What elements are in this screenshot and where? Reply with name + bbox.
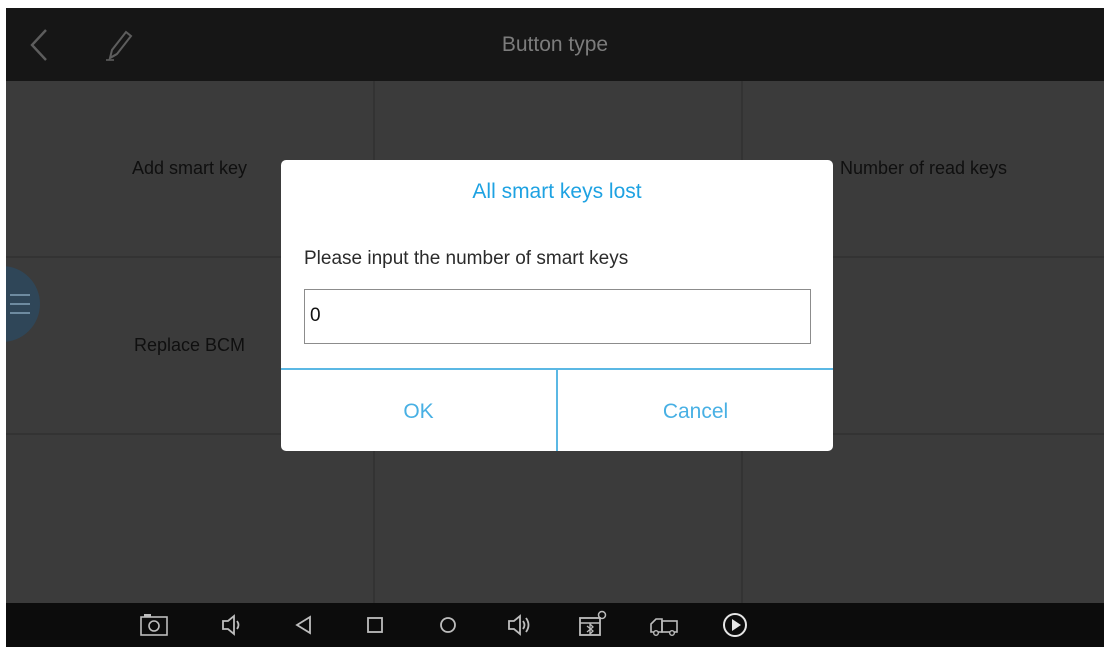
ok-button[interactable]: OK (281, 370, 556, 451)
top-bar: Button type (6, 8, 1104, 81)
volume-up-icon[interactable] (503, 609, 535, 641)
grid-button-8[interactable] (375, 435, 741, 603)
grid-button-9[interactable] (743, 435, 1104, 603)
app-screen: Button type Add smart key Number of read… (6, 8, 1104, 647)
recent-apps-icon[interactable] (359, 609, 391, 641)
menu-line (10, 312, 30, 314)
dialog-title: All smart keys lost (472, 180, 642, 203)
menu-line (10, 294, 30, 296)
menu-line (10, 303, 30, 305)
truck-icon[interactable] (648, 609, 680, 641)
volume-down-icon[interactable] (216, 609, 248, 641)
grid-button-label: Add smart key (131, 158, 248, 178)
screenshot-icon[interactable] (138, 609, 170, 641)
smart-keys-count-input[interactable]: 0 (304, 289, 811, 344)
back-triangle-icon[interactable] (288, 609, 320, 641)
system-nav-bar (6, 603, 1104, 647)
play-icon[interactable] (719, 609, 751, 641)
smart-keys-dialog: All smart keys lost Please input the num… (281, 160, 833, 451)
page-title: Button type (501, 33, 609, 56)
grid-button-label: Number of read keys (839, 158, 1008, 178)
dialog-prompt: Please input the number of smart keys (304, 248, 629, 269)
home-circle-icon[interactable] (432, 609, 464, 641)
vci-connection-icon[interactable] (576, 609, 608, 641)
cancel-button[interactable]: Cancel (558, 370, 833, 451)
grid-button-label: Replace BCM (133, 335, 246, 355)
grid-button-7[interactable] (6, 435, 373, 603)
